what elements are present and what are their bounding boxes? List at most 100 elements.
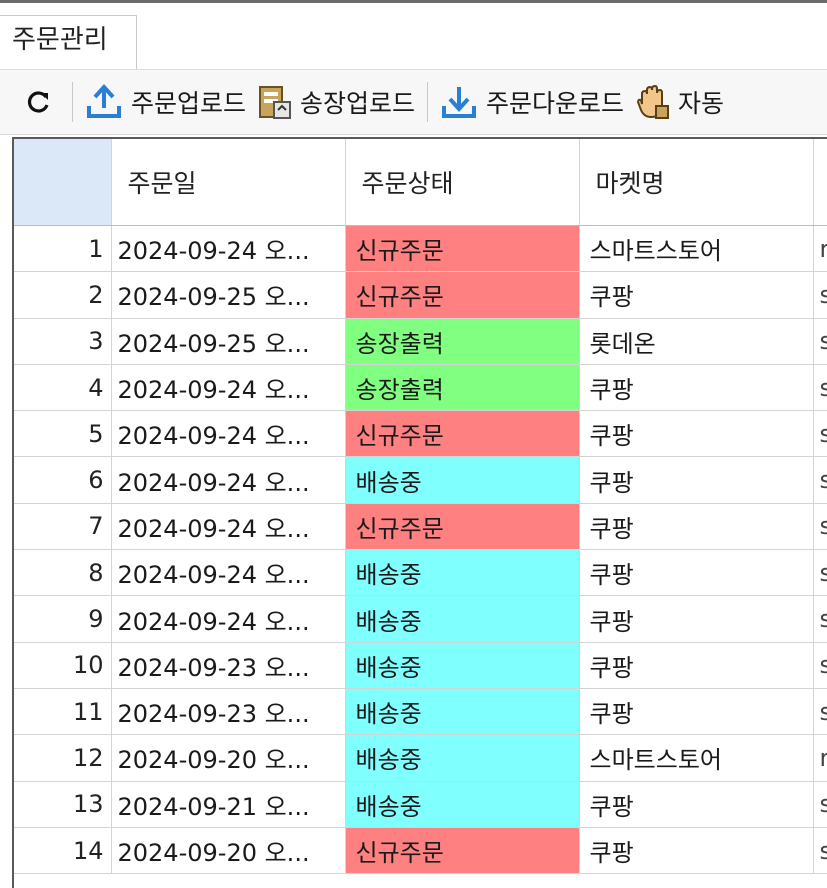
order-date-cell[interactable]: 2024-09-20 오...: [111, 827, 346, 875]
market-name-cell[interactable]: 쿠팡: [579, 503, 814, 551]
next-column-cell[interactable]: s: [813, 410, 827, 458]
row-number[interactable]: 3: [14, 318, 112, 365]
table-row[interactable]: 142024-09-20 오...신규주문쿠팡s: [14, 827, 827, 875]
row-number[interactable]: 9: [14, 595, 112, 643]
order-date-cell[interactable]: 2024-09-23 오...: [111, 688, 346, 736]
order-status-cell[interactable]: 신규주문: [345, 271, 580, 319]
download-icon: [440, 84, 478, 120]
order-date-cell[interactable]: 2024-09-24 오...: [111, 410, 346, 458]
hand-icon: [636, 84, 670, 120]
next-column-cell[interactable]: s: [813, 549, 827, 597]
row-number[interactable]: 11: [14, 688, 112, 736]
table-row[interactable]: 12024-09-24 오...신규주문스마트스토어r: [14, 225, 827, 273]
next-column-cell[interactable]: s: [813, 503, 827, 551]
order-status-cell[interactable]: 배송중: [345, 642, 580, 689]
next-column-cell[interactable]: s: [813, 271, 827, 319]
order-date-cell[interactable]: 2024-09-21 오...: [111, 781, 346, 828]
download-order-button[interactable]: 주문다운로드: [434, 78, 630, 126]
table-row[interactable]: 122024-09-20 오...배송중스마트스토어r: [14, 734, 827, 782]
market-name-cell[interactable]: 쿠팡: [579, 595, 814, 643]
auto-button[interactable]: 자동: [630, 78, 730, 126]
order-date-cell[interactable]: 2024-09-25 오...: [111, 271, 346, 319]
table-row[interactable]: 102024-09-23 오...배송중쿠팡s: [14, 642, 827, 689]
row-number[interactable]: 4: [14, 364, 112, 412]
market-name-cell[interactable]: 쿠팡: [579, 642, 814, 689]
table-row[interactable]: 112024-09-23 오...배송중쿠팡s: [14, 688, 827, 736]
market-name-cell[interactable]: 쿠팡: [579, 688, 814, 736]
order-status-cell[interactable]: 배송중: [345, 688, 580, 736]
table-row[interactable]: 52024-09-24 오...신규주문쿠팡s: [14, 410, 827, 458]
market-name-cell[interactable]: 스마트스토어: [579, 225, 814, 273]
row-number[interactable]: 7: [14, 503, 112, 551]
next-column-cell[interactable]: s: [813, 318, 827, 365]
upload-invoice-button[interactable]: 송장업로드: [252, 78, 421, 126]
market-name-cell[interactable]: 쿠팡: [579, 781, 814, 828]
order-status-cell[interactable]: 송장출력: [345, 364, 580, 412]
order-date-cell[interactable]: 2024-09-24 오...: [111, 595, 346, 643]
market-name-cell[interactable]: 쿠팡: [579, 271, 814, 319]
order-status-cell[interactable]: 배송중: [345, 456, 580, 504]
table-row[interactable]: 42024-09-24 오...송장출력쿠팡s: [14, 364, 827, 412]
table-row[interactable]: 92024-09-24 오...배송중쿠팡s: [14, 595, 827, 643]
column-header-market-name[interactable]: 마켓명: [579, 139, 814, 226]
order-status-cell[interactable]: 신규주문: [345, 410, 580, 458]
row-number[interactable]: 1: [14, 225, 112, 273]
order-date-cell[interactable]: 2024-09-24 오...: [111, 456, 346, 504]
order-date-cell[interactable]: 2024-09-24 오...: [111, 364, 346, 412]
header-row: 주문일 주문상태 마켓명: [14, 139, 827, 226]
refresh-button[interactable]: [20, 78, 66, 126]
market-name-cell[interactable]: 스마트스토어: [579, 734, 814, 782]
invoice-upload-icon: [258, 84, 292, 120]
order-date-cell[interactable]: 2024-09-20 오...: [111, 734, 346, 782]
order-status-cell[interactable]: 신규주문: [345, 503, 580, 551]
order-date-cell[interactable]: 2024-09-24 오...: [111, 549, 346, 597]
table-row[interactable]: 82024-09-24 오...배송중쿠팡s: [14, 549, 827, 597]
column-header-order-date[interactable]: 주문일: [111, 139, 346, 226]
order-status-cell[interactable]: 배송중: [345, 734, 580, 782]
select-all-corner[interactable]: [14, 139, 112, 226]
table-row[interactable]: 62024-09-24 오...배송중쿠팡s: [14, 456, 827, 504]
order-status-cell[interactable]: 신규주문: [345, 827, 580, 875]
market-name-cell[interactable]: 쿠팡: [579, 364, 814, 412]
column-header-next[interactable]: [813, 139, 827, 226]
table-row[interactable]: 72024-09-24 오...신규주문쿠팡s: [14, 503, 827, 551]
market-name-cell[interactable]: 쿠팡: [579, 410, 814, 458]
order-status-cell[interactable]: 배송중: [345, 595, 580, 643]
order-status-cell[interactable]: 송장출력: [345, 318, 580, 365]
market-name-cell[interactable]: 쿠팡: [579, 549, 814, 597]
order-status-cell[interactable]: 배송중: [345, 549, 580, 597]
table-row[interactable]: 22024-09-25 오...신규주문쿠팡s: [14, 271, 827, 319]
next-column-cell[interactable]: s: [813, 456, 827, 504]
next-column-cell[interactable]: s: [813, 827, 827, 875]
row-number[interactable]: 2: [14, 271, 112, 319]
row-number[interactable]: 5: [14, 410, 112, 458]
market-name-cell[interactable]: 쿠팡: [579, 456, 814, 504]
next-column-cell[interactable]: s: [813, 688, 827, 736]
column-header-order-status[interactable]: 주문상태: [345, 139, 580, 226]
row-number[interactable]: 8: [14, 549, 112, 597]
order-date-cell[interactable]: 2024-09-24 오...: [111, 503, 346, 551]
table-row[interactable]: 32024-09-25 오...송장출력롯데온s: [14, 318, 827, 365]
market-name-cell[interactable]: 롯데온: [579, 318, 814, 365]
next-column-cell[interactable]: s: [813, 595, 827, 643]
row-number[interactable]: 13: [14, 781, 112, 828]
order-date-cell[interactable]: 2024-09-25 오...: [111, 318, 346, 365]
next-column-cell[interactable]: r: [813, 225, 827, 273]
upload-order-button[interactable]: 주문업로드: [79, 78, 252, 126]
toolbar-separator: [72, 82, 73, 122]
row-number[interactable]: 10: [14, 642, 112, 689]
row-number[interactable]: 6: [14, 456, 112, 504]
order-status-cell[interactable]: 배송중: [345, 781, 580, 828]
order-date-cell[interactable]: 2024-09-24 오...: [111, 225, 346, 273]
market-name-cell[interactable]: 쿠팡: [579, 827, 814, 875]
next-column-cell[interactable]: s: [813, 781, 827, 828]
tab-order-management[interactable]: 주문관리: [0, 15, 137, 69]
next-column-cell[interactable]: r: [813, 734, 827, 782]
next-column-cell[interactable]: s: [813, 364, 827, 412]
order-date-cell[interactable]: 2024-09-23 오...: [111, 642, 346, 689]
order-status-cell[interactable]: 신규주문: [345, 225, 580, 273]
table-row[interactable]: 132024-09-21 오...배송중쿠팡s: [14, 781, 827, 828]
row-number[interactable]: 12: [14, 734, 112, 782]
next-column-cell[interactable]: s: [813, 642, 827, 689]
row-number[interactable]: 14: [14, 827, 112, 875]
